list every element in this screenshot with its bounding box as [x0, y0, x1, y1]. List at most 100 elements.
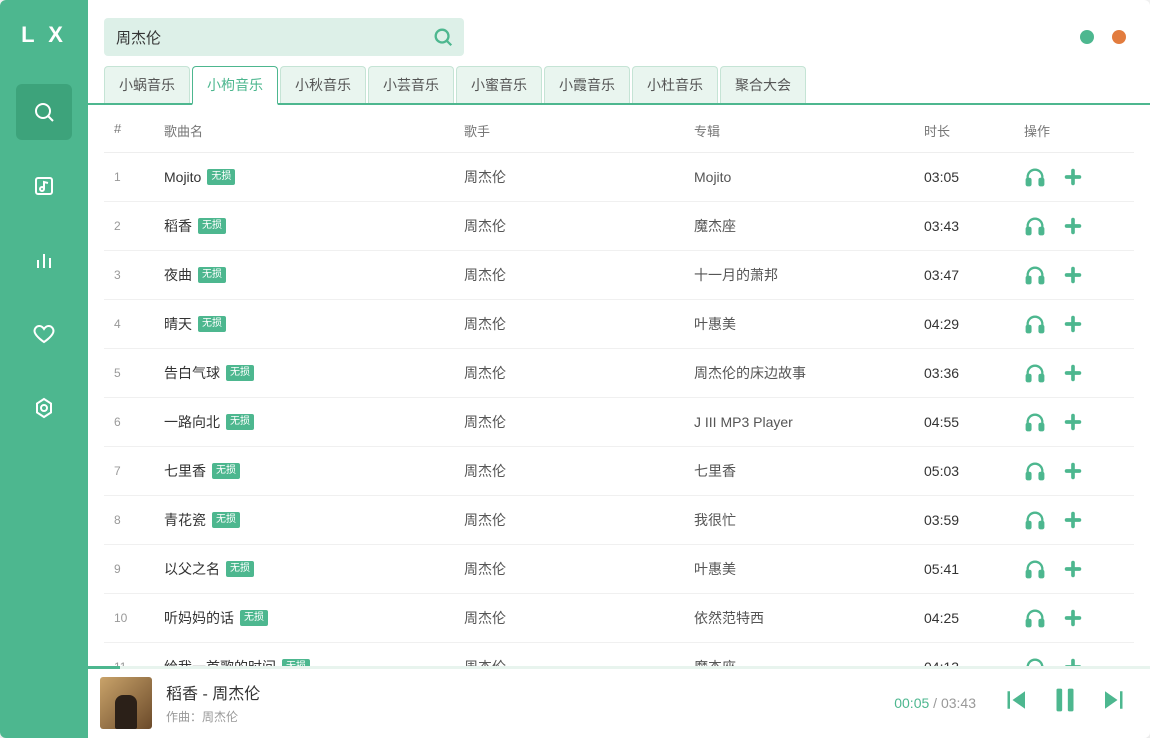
- row-index: 10: [114, 611, 164, 625]
- row-actions: [1024, 509, 1124, 531]
- table-row[interactable]: 6一路向北无损周杰伦J III MP3 Player04:55: [104, 398, 1134, 447]
- nav-chart[interactable]: [16, 232, 72, 288]
- nav-favorites[interactable]: [16, 306, 72, 362]
- table-row[interactable]: 5告白气球无损周杰伦周杰伦的床边故事03:36: [104, 349, 1134, 398]
- add-button[interactable]: [1062, 558, 1084, 580]
- listen-button[interactable]: [1024, 411, 1046, 433]
- table-row[interactable]: 7七里香无损周杰伦七里香05:03: [104, 447, 1134, 496]
- progress-fill: [88, 666, 120, 669]
- source-tab[interactable]: 小霞音乐: [544, 66, 630, 103]
- prev-button[interactable]: [1000, 685, 1030, 720]
- row-album: 叶惠美: [694, 559, 924, 579]
- row-album: J III MP3 Player: [694, 414, 924, 430]
- add-button[interactable]: [1062, 607, 1084, 629]
- listen-button[interactable]: [1024, 509, 1046, 531]
- source-tabs: 小蜗音乐小枸音乐小秋音乐小芸音乐小蜜音乐小霞音乐小杜音乐聚合大会: [88, 66, 1150, 105]
- skip-forward-icon: [1100, 685, 1130, 715]
- minimize-button[interactable]: [1080, 30, 1094, 44]
- col-index: #: [114, 121, 164, 140]
- add-button[interactable]: [1062, 362, 1084, 384]
- album-cover[interactable]: [100, 677, 152, 729]
- row-song: 听妈妈的话无损: [164, 608, 464, 628]
- add-button[interactable]: [1062, 215, 1084, 237]
- source-tab[interactable]: 小秋音乐: [280, 66, 366, 103]
- nav-playlist[interactable]: [16, 158, 72, 214]
- app-window: L X 小蜗音乐小: [0, 0, 1150, 738]
- lossless-badge: 无损: [212, 463, 240, 479]
- lossless-badge: 无损: [226, 414, 254, 430]
- search-button[interactable]: [428, 22, 458, 52]
- table-row[interactable]: 2稻香无损周杰伦魔杰座03:43: [104, 202, 1134, 251]
- progress-track[interactable]: [88, 666, 1150, 669]
- table-row[interactable]: 9以父之名无损周杰伦叶惠美05:41: [104, 545, 1134, 594]
- pause-icon: [1048, 683, 1082, 717]
- row-index: 6: [114, 415, 164, 429]
- nav-search[interactable]: [16, 84, 72, 140]
- row-song: 以父之名无损: [164, 559, 464, 579]
- plus-icon: [1062, 411, 1084, 433]
- plus-icon: [1062, 215, 1084, 237]
- listen-button[interactable]: [1024, 166, 1046, 188]
- source-tab[interactable]: 小蜗音乐: [104, 66, 190, 103]
- headphones-icon: [1024, 607, 1046, 629]
- search-input[interactable]: [104, 18, 464, 56]
- nav-settings[interactable]: [16, 380, 72, 436]
- chart-icon: [32, 248, 56, 272]
- results-content: # 歌曲名 歌手 专辑 时长 操作 1Mojito无损周杰伦Mojito03:0…: [88, 105, 1150, 738]
- headphones-icon: [1024, 460, 1046, 482]
- skip-back-icon: [1000, 685, 1030, 715]
- source-tab[interactable]: 小枸音乐: [192, 66, 278, 105]
- headphones-icon: [1024, 509, 1046, 531]
- add-button[interactable]: [1062, 166, 1084, 188]
- add-button[interactable]: [1062, 264, 1084, 286]
- table-row[interactable]: 3夜曲无损周杰伦十一月的萧邦03:47: [104, 251, 1134, 300]
- add-button[interactable]: [1062, 460, 1084, 482]
- row-album: 十一月的萧邦: [694, 265, 924, 285]
- add-button[interactable]: [1062, 313, 1084, 335]
- table-row[interactable]: 10听妈妈的话无损周杰伦依然范特西04:25: [104, 594, 1134, 643]
- row-song: 七里香无损: [164, 461, 464, 481]
- row-index: 9: [114, 562, 164, 576]
- listen-button[interactable]: [1024, 264, 1046, 286]
- plus-icon: [1062, 558, 1084, 580]
- search-icon: [32, 100, 56, 124]
- next-button[interactable]: [1100, 685, 1130, 720]
- listen-button[interactable]: [1024, 215, 1046, 237]
- row-album: Mojito: [694, 169, 924, 185]
- listen-button[interactable]: [1024, 362, 1046, 384]
- source-tab[interactable]: 聚合大会: [720, 66, 806, 103]
- listen-button[interactable]: [1024, 558, 1046, 580]
- listen-button[interactable]: [1024, 313, 1046, 335]
- row-artist: 周杰伦: [464, 314, 694, 334]
- table-header: # 歌曲名 歌手 专辑 时长 操作: [104, 105, 1134, 153]
- pause-button[interactable]: [1048, 683, 1082, 722]
- lossless-badge: 无损: [198, 218, 226, 234]
- lossless-badge: 无损: [198, 267, 226, 283]
- row-duration: 03:36: [924, 365, 1024, 381]
- table-row[interactable]: 4晴天无损周杰伦叶惠美04:29: [104, 300, 1134, 349]
- row-album: 周杰伦的床边故事: [694, 363, 924, 383]
- close-button[interactable]: [1112, 30, 1126, 44]
- source-tab[interactable]: 小杜音乐: [632, 66, 718, 103]
- source-tab[interactable]: 小芸音乐: [368, 66, 454, 103]
- lossless-badge: 无损: [198, 316, 226, 332]
- row-artist: 周杰伦: [464, 608, 694, 628]
- topbar: [88, 0, 1150, 66]
- search-wrap: [104, 18, 464, 56]
- source-tab[interactable]: 小蜜音乐: [456, 66, 542, 103]
- now-playing-meta: 稻香 - 周杰伦 作曲：周杰伦: [166, 680, 894, 725]
- listen-button[interactable]: [1024, 607, 1046, 629]
- music-list-icon: [32, 174, 56, 198]
- row-song: 夜曲无损: [164, 265, 464, 285]
- headphones-icon: [1024, 362, 1046, 384]
- listen-button[interactable]: [1024, 460, 1046, 482]
- row-song: Mojito无损: [164, 169, 464, 185]
- plus-icon: [1062, 313, 1084, 335]
- add-button[interactable]: [1062, 411, 1084, 433]
- row-song: 青花瓷无损: [164, 510, 464, 530]
- add-button[interactable]: [1062, 509, 1084, 531]
- table-row[interactable]: 1Mojito无损周杰伦Mojito03:05: [104, 153, 1134, 202]
- row-duration: 03:43: [924, 218, 1024, 234]
- row-artist: 周杰伦: [464, 265, 694, 285]
- table-row[interactable]: 8青花瓷无损周杰伦我很忙03:59: [104, 496, 1134, 545]
